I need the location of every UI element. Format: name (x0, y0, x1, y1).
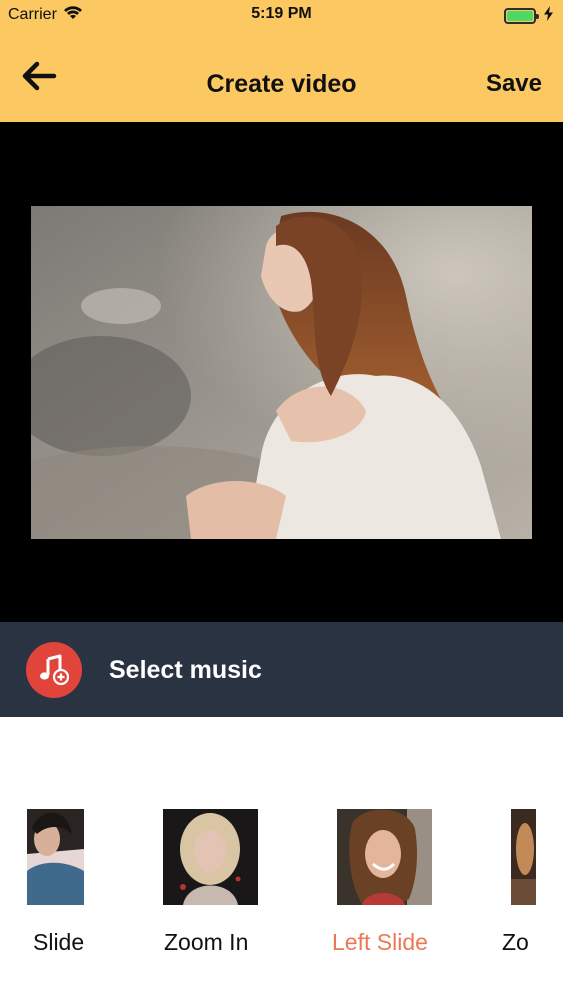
select-music-button[interactable]: Select music (0, 622, 563, 717)
effect-label-selected: Left Slide (332, 929, 428, 955)
video-preview[interactable] (0, 122, 563, 622)
effect-thumbnail (163, 809, 258, 905)
battery-icon (504, 8, 539, 24)
create-video-screen: Carrier 5:19 PM Create video Save Select… (0, 0, 563, 1000)
music-note-add-icon (26, 642, 82, 698)
preview-photo (31, 206, 532, 539)
status-bar: Carrier 5:19 PM (0, 0, 563, 30)
effect-label: Zo (502, 929, 529, 955)
select-music-label: Select music (109, 656, 262, 684)
effect-thumbnail (511, 809, 536, 905)
save-button[interactable]: Save (486, 70, 542, 98)
nav-bar: Create video Save (0, 30, 563, 122)
battery-indicator (504, 6, 553, 26)
effect-thumbnail (27, 809, 84, 905)
charging-bolt-icon (544, 6, 553, 26)
status-time: 5:19 PM (251, 5, 312, 22)
page-title: Create video (206, 70, 357, 98)
effect-label: Zoom In (164, 929, 249, 955)
effect-thumbnail (337, 809, 432, 905)
battery-fill (507, 11, 533, 21)
effect-label: Slide (33, 929, 85, 955)
effects-carousel[interactable]: Slide Zoom In Left Slide Zo (0, 717, 563, 1000)
